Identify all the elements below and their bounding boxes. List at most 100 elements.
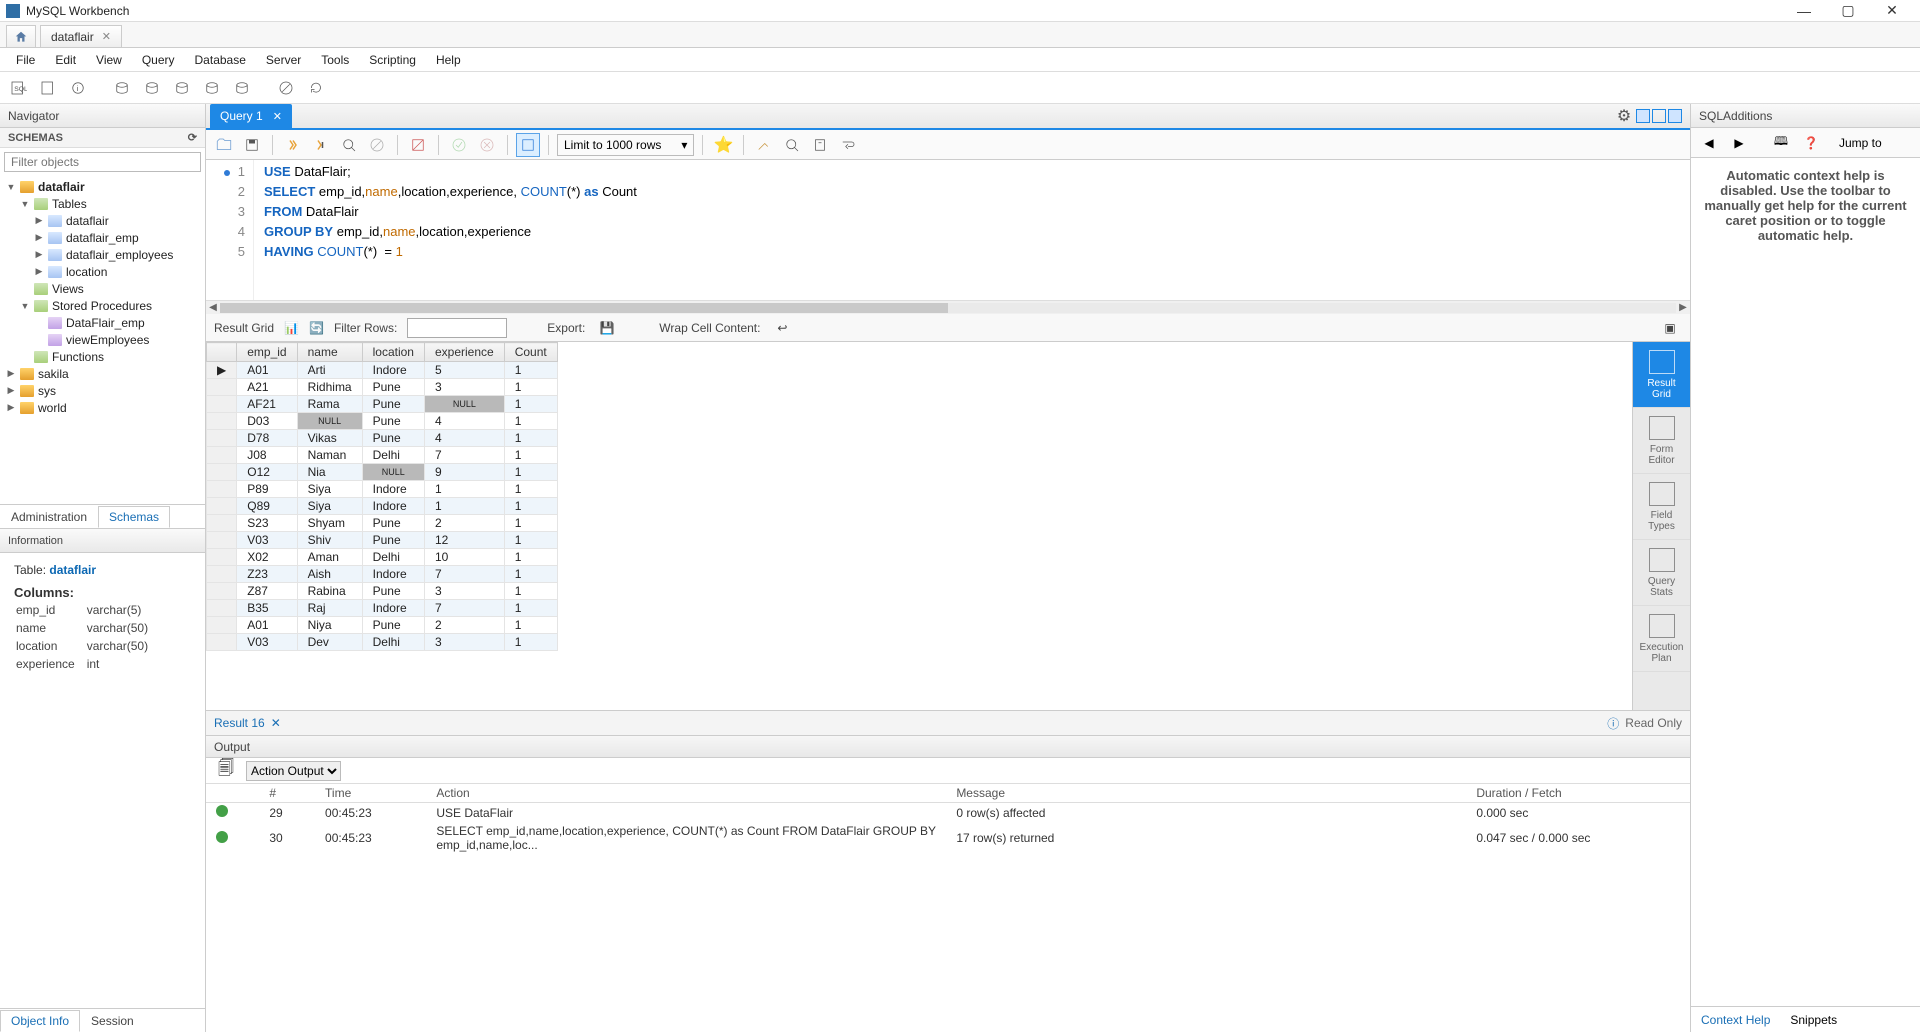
tree-item[interactable]: ▶world bbox=[0, 399, 205, 416]
open-sql-button[interactable] bbox=[212, 133, 236, 157]
tree-item[interactable]: viewEmployees bbox=[0, 331, 205, 348]
query-tab-close-icon[interactable]: ✕ bbox=[273, 110, 282, 123]
limit-rows-combo[interactable]: Limit to 1000 rows▾ bbox=[557, 134, 694, 156]
side-tab[interactable]: FormEditor bbox=[1633, 408, 1690, 474]
favorite-button[interactable]: ⭐ bbox=[711, 133, 735, 157]
session-tab[interactable]: Session bbox=[80, 1010, 145, 1032]
home-tab[interactable] bbox=[6, 25, 36, 47]
context-help-tab[interactable]: Context Help bbox=[1691, 1009, 1780, 1031]
rollback-button[interactable] bbox=[475, 133, 499, 157]
result-tab-close-icon[interactable]: ✕ bbox=[271, 716, 281, 730]
layout-toggle-1[interactable] bbox=[1636, 109, 1650, 123]
filter-rows-input[interactable] bbox=[407, 318, 507, 338]
table-row[interactable]: D03NULLPune41 bbox=[207, 413, 558, 430]
users-button[interactable] bbox=[170, 76, 194, 100]
save-sql-button[interactable] bbox=[240, 133, 264, 157]
menu-server[interactable]: Server bbox=[256, 48, 311, 71]
inspector-button[interactable]: i bbox=[66, 76, 90, 100]
wrap-button[interactable] bbox=[836, 133, 860, 157]
minimize-button[interactable]: — bbox=[1782, 3, 1826, 19]
table-row[interactable]: ▶A01ArtiIndore51 bbox=[207, 362, 558, 379]
table-row[interactable]: A21RidhimaPune31 bbox=[207, 379, 558, 396]
tree-item[interactable]: ▶dataflair_employees bbox=[0, 246, 205, 263]
menu-edit[interactable]: Edit bbox=[45, 48, 86, 71]
side-tab[interactable]: FieldTypes bbox=[1633, 474, 1690, 540]
layout-toggle-3[interactable] bbox=[1668, 109, 1682, 123]
toggle-auto-button[interactable] bbox=[516, 133, 540, 157]
tree-item[interactable]: ▼Stored Procedures bbox=[0, 297, 205, 314]
table-row[interactable]: P89SiyaIndore11 bbox=[207, 481, 558, 498]
table-row[interactable]: Q89SiyaIndore11 bbox=[207, 498, 558, 515]
side-tab[interactable]: ResultGrid bbox=[1633, 342, 1690, 408]
object-info-tab[interactable]: Object Info bbox=[0, 1010, 80, 1032]
query-tab-1[interactable]: Query 1 ✕ bbox=[210, 104, 292, 128]
output-type-select[interactable]: Action Output bbox=[246, 761, 341, 781]
client-connections-button[interactable] bbox=[140, 76, 164, 100]
result-tab[interactable]: Result 16✕ bbox=[214, 716, 281, 730]
output-clear-button[interactable]: 🗐 bbox=[214, 759, 238, 783]
table-row[interactable]: V03ShivPune121 bbox=[207, 532, 558, 549]
result-grid-refresh-icon[interactable]: 🔄 bbox=[309, 321, 324, 335]
table-row[interactable]: O12NiaNULL91 bbox=[207, 464, 558, 481]
tree-item[interactable]: ▼dataflair bbox=[0, 178, 205, 195]
menu-query[interactable]: Query bbox=[132, 48, 185, 71]
filter-objects-input[interactable] bbox=[4, 152, 201, 172]
commit-button[interactable] bbox=[447, 133, 471, 157]
table-row[interactable]: A01NiyaPune21 bbox=[207, 617, 558, 634]
menu-help[interactable]: Help bbox=[426, 48, 471, 71]
output-row[interactable]: 3000:45:23SELECT emp_id,name,location,ex… bbox=[206, 822, 1690, 854]
table-row[interactable]: Z87RabinaPune31 bbox=[207, 583, 558, 600]
stop-query-button[interactable] bbox=[365, 133, 389, 157]
table-row[interactable]: AF21RamaPuneNULL1 bbox=[207, 396, 558, 413]
dont-auto-commit-button[interactable] bbox=[406, 133, 430, 157]
export-button[interactable] bbox=[200, 76, 224, 100]
wrap-cell-button[interactable]: ↩ bbox=[770, 316, 794, 340]
result-grid[interactable]: emp_idnamelocationexperienceCount▶A01Art… bbox=[206, 342, 1632, 710]
tree-item[interactable]: ▶dataflair_emp bbox=[0, 229, 205, 246]
help-button[interactable]: 🕮 bbox=[1769, 131, 1793, 155]
connection-tab[interactable]: dataflair ✕ bbox=[40, 25, 122, 47]
tree-item[interactable]: ▶dataflair bbox=[0, 212, 205, 229]
menu-scripting[interactable]: Scripting bbox=[359, 48, 426, 71]
tree-item[interactable]: ▶sys bbox=[0, 382, 205, 399]
export-result-button[interactable]: 💾 bbox=[595, 316, 619, 340]
new-model-button[interactable] bbox=[36, 76, 60, 100]
table-row[interactable]: J08NamanDelhi71 bbox=[207, 447, 558, 464]
tree-item[interactable]: ▼Tables bbox=[0, 195, 205, 212]
find-button[interactable] bbox=[780, 133, 804, 157]
tree-item[interactable]: Views bbox=[0, 280, 205, 297]
execute-current-button[interactable] bbox=[309, 133, 333, 157]
table-row[interactable]: D78VikasPune41 bbox=[207, 430, 558, 447]
panel-settings-icon[interactable]: ⚙ bbox=[1614, 106, 1634, 126]
side-tab[interactable]: ExecutionPlan bbox=[1633, 606, 1690, 672]
execute-button[interactable] bbox=[281, 133, 305, 157]
refresh-schemas-icon[interactable]: ⟳ bbox=[188, 131, 197, 144]
layout-toggle-2[interactable] bbox=[1652, 109, 1666, 123]
menu-file[interactable]: File bbox=[6, 48, 45, 71]
explain-button[interactable] bbox=[337, 133, 361, 157]
schemas-tab[interactable]: Schemas bbox=[98, 506, 170, 528]
maximize-result-button[interactable]: ▣ bbox=[1658, 316, 1682, 340]
table-row[interactable]: Z23AishIndore71 bbox=[207, 566, 558, 583]
close-button[interactable]: ✕ bbox=[1870, 2, 1914, 19]
tree-item[interactable]: DataFlair_emp bbox=[0, 314, 205, 331]
menu-view[interactable]: View bbox=[86, 48, 132, 71]
table-row[interactable]: V03DevDelhi31 bbox=[207, 634, 558, 651]
sql-editor[interactable]: 12345 USE DataFlair;SELECT emp_id,name,l… bbox=[206, 160, 1690, 300]
connection-tab-close-icon[interactable]: ✕ bbox=[102, 30, 111, 43]
tree-item[interactable]: ▶sakila bbox=[0, 365, 205, 382]
tree-item[interactable]: Functions bbox=[0, 348, 205, 365]
stop-button[interactable] bbox=[274, 76, 298, 100]
snippets-tab[interactable]: Snippets bbox=[1780, 1009, 1847, 1031]
administration-tab[interactable]: Administration bbox=[0, 506, 98, 528]
invisible-chars-button[interactable] bbox=[808, 133, 832, 157]
table-row[interactable]: B35RajIndore71 bbox=[207, 600, 558, 617]
reconnect-button[interactable] bbox=[304, 76, 328, 100]
import-button[interactable] bbox=[230, 76, 254, 100]
menu-tools[interactable]: Tools bbox=[311, 48, 359, 71]
auto-help-button[interactable]: ❓ bbox=[1799, 131, 1823, 155]
maximize-button[interactable]: ▢ bbox=[1826, 2, 1870, 19]
new-sql-tab-button[interactable]: SQL bbox=[6, 76, 30, 100]
table-row[interactable]: S23ShyamPune21 bbox=[207, 515, 558, 532]
table-row[interactable]: X02AmanDelhi101 bbox=[207, 549, 558, 566]
